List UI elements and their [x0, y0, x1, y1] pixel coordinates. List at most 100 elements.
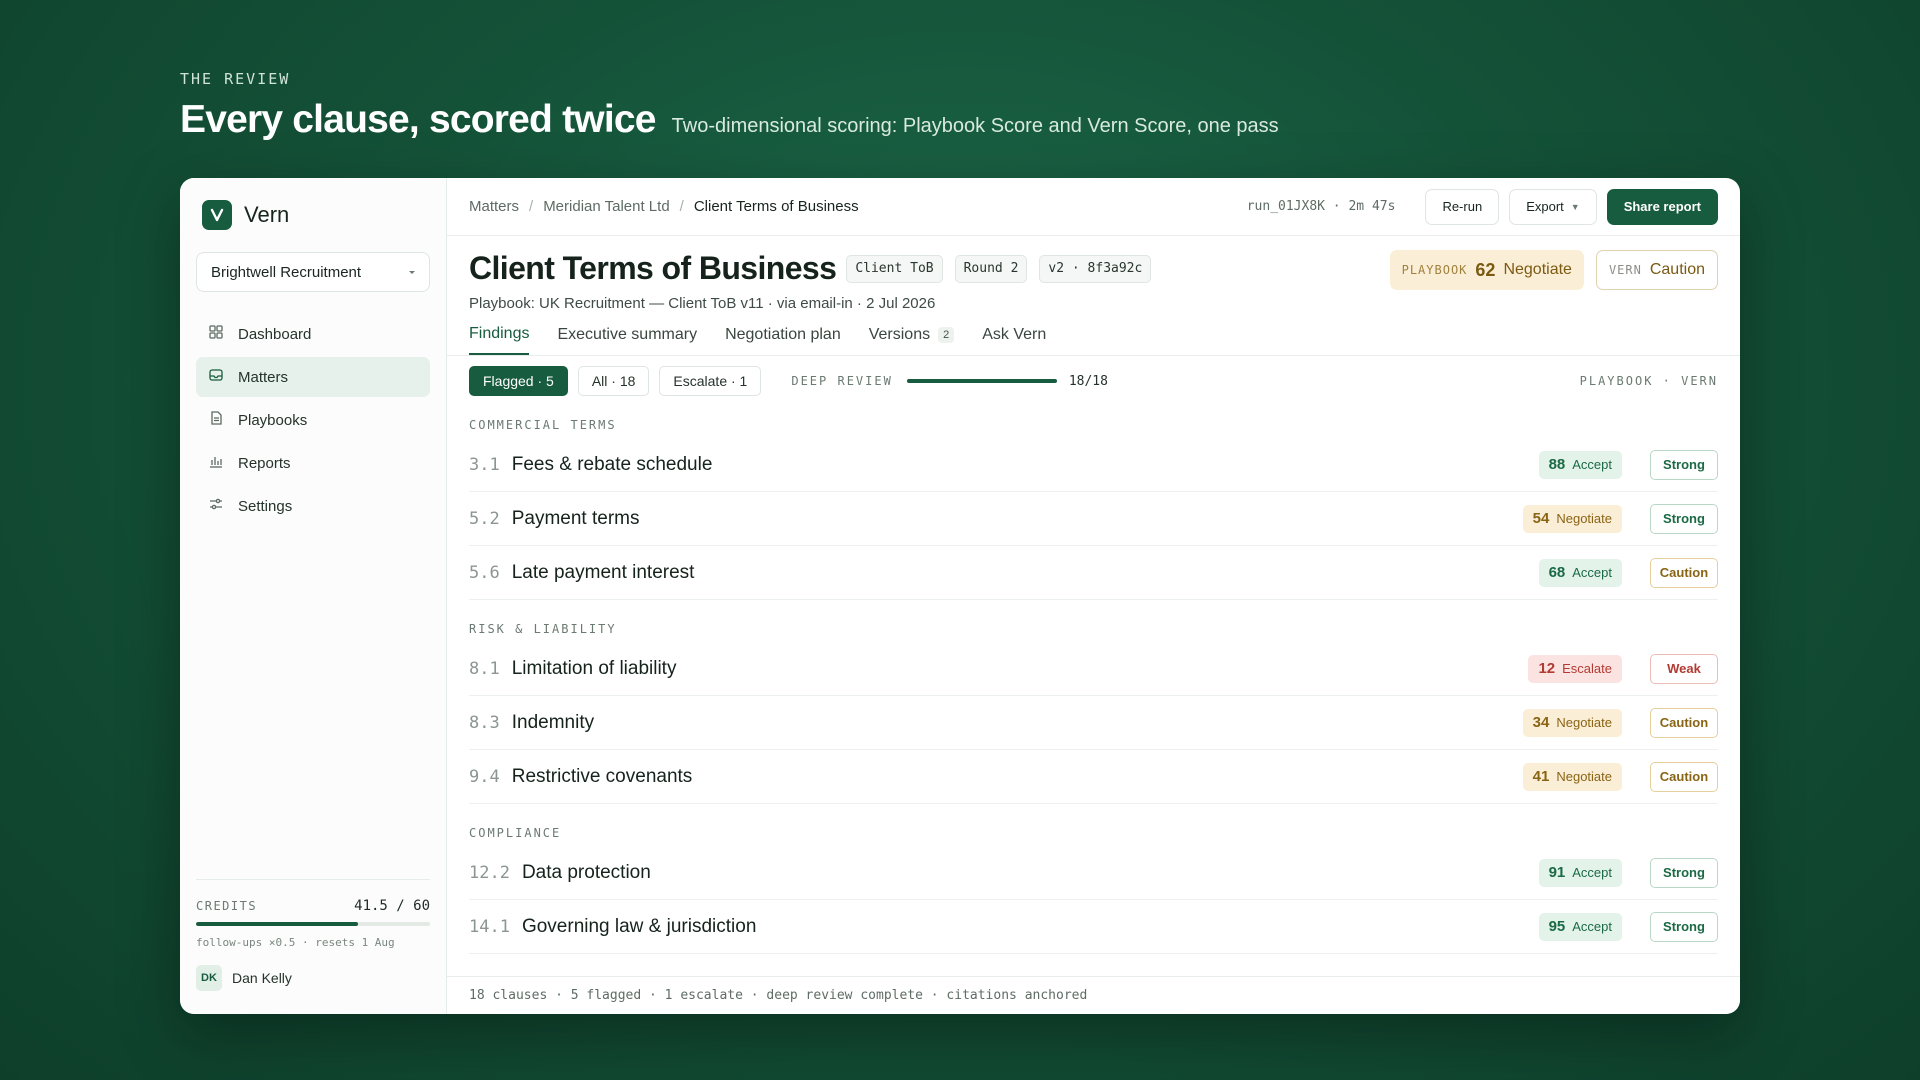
hero: THE REVIEW Every clause, scored twice Tw…: [180, 70, 1279, 142]
share-report-button[interactable]: Share report: [1606, 188, 1718, 225]
avatar: DK: [196, 965, 222, 991]
hero-title: Every clause, scored twice: [180, 98, 656, 141]
deep-review-label: DEEP REVIEW: [791, 374, 893, 388]
tab-bar: Findings Executive summary Negotiation p…: [469, 325, 1074, 355]
main-panel: Matters / Meridian Talent Ltd / Client T…: [447, 178, 1740, 1014]
export-label: Export: [1526, 199, 1564, 214]
document-header: Client Terms of Business Client ToB Roun…: [447, 236, 1740, 356]
clause-number: 5.6: [469, 562, 500, 583]
deep-review-progress: [906, 379, 1057, 383]
clause-section: COMMERCIAL TERMS 3.1 Fees & rebate schedul…: [447, 396, 1740, 600]
clause-row[interactable]: 5.6 Late payment interest 68 Accept Caution: [469, 546, 1718, 600]
tab-ask-vern[interactable]: Ask Vern: [982, 325, 1046, 355]
vern-logo-icon: [202, 200, 232, 230]
vern-score: Strong: [1650, 503, 1718, 534]
playbook-score: 88 Accept: [1538, 450, 1622, 479]
sidebar-item-settings[interactable]: Settings: [196, 486, 430, 526]
clause-section: COMPLIANCE 12.2 Data protection 91 Accept Str…: [447, 804, 1740, 954]
app-window: Vern Brightwell Recruitment Dashboard Ma…: [180, 178, 1740, 1014]
hero-eyebrow: THE REVIEW: [180, 70, 291, 88]
sidebar-item-label: Matters: [238, 368, 289, 386]
vern-score: Caution: [1650, 557, 1718, 588]
sidebar-nav: Dashboard Matters Playbooks Reports Sett…: [196, 314, 430, 526]
playbook-score-badge: PLAYBOOK 62 Negotiate: [1389, 250, 1584, 290]
column-header: PLAYBOOK · VERN: [1579, 374, 1718, 388]
tab-findings[interactable]: Findings: [469, 325, 530, 355]
playbook-score: 34 Negotiate: [1522, 708, 1622, 737]
breadcrumb-matters[interactable]: Matters: [469, 198, 519, 215]
clause-row[interactable]: 3.1 Fees & rebate schedule 88 Accept Strong: [469, 438, 1718, 492]
filter-escalate[interactable]: Escalate · 1: [659, 366, 762, 396]
clause-title: Indemnity: [511, 711, 595, 733]
vern-score: Caution: [1650, 707, 1718, 738]
deep-review-value: 18/18: [1068, 373, 1108, 389]
tag-round: Round 2: [954, 254, 1028, 283]
document-meta: Playbook: UK Recruitment — Client ToB v1…: [469, 295, 936, 312]
vern-score: Caution: [1650, 761, 1718, 792]
tab-versions[interactable]: Versions 2: [869, 325, 955, 355]
tab-executive-summary[interactable]: Executive summary: [557, 325, 697, 355]
user-name: Dan Kelly: [232, 970, 292, 986]
playbook-score: 95 Accept: [1538, 912, 1622, 941]
credits-bar-fill: [196, 922, 358, 926]
breadcrumb-client[interactable]: Meridian Talent Ltd: [543, 198, 669, 215]
vern-score-badge: VERN Caution: [1595, 250, 1718, 290]
inbox-icon: [208, 367, 238, 387]
clause-number: 12.2: [469, 862, 510, 883]
sidebar-item-playbooks[interactable]: Playbooks: [196, 400, 430, 440]
clause-row[interactable]: 14.1 Governing law & jurisdiction 95 Accept…: [469, 900, 1718, 954]
clause-row[interactable]: 9.4 Restrictive covenants 41 Negotiate Cauti…: [469, 750, 1718, 804]
sidebar-item-label: Settings: [238, 497, 293, 515]
clause-row[interactable]: 8.1 Limitation of liability 12 Escalate Weak: [469, 642, 1718, 696]
brand[interactable]: Vern: [196, 200, 430, 230]
credits-label: CREDITS: [196, 899, 258, 913]
filter-flagged[interactable]: Flagged · 5: [469, 366, 568, 396]
playbook-score: 41 Negotiate: [1522, 762, 1622, 791]
page-title: Client Terms of Business: [469, 250, 837, 286]
sidebar-item-label: Dashboard: [238, 325, 312, 343]
status-footer: 18 clauses · 5 flagged · 1 escalate · de…: [447, 976, 1740, 1014]
grid-icon: [208, 324, 238, 344]
clause-number: 9.4: [469, 766, 500, 787]
breadcrumb-current: Client Terms of Business: [693, 198, 859, 215]
breadcrumb: Matters / Meridian Talent Ltd / Client T…: [469, 198, 859, 215]
filter-bar: Flagged · 5 All · 18 Escalate · 1 DEEP R…: [447, 356, 1740, 396]
bar-chart-icon: [208, 453, 238, 473]
tab-negotiation-plan[interactable]: Negotiation plan: [725, 325, 841, 355]
sidebar-item-label: Playbooks: [238, 411, 308, 429]
section-label: COMMERCIAL TERMS: [469, 418, 617, 432]
chevron-down-icon: ▼: [1570, 201, 1580, 212]
vern-score: Strong: [1650, 449, 1718, 480]
overall-scores: PLAYBOOK 62 Negotiate VERN Caution: [1378, 250, 1718, 290]
tag-version: v2 · 8f3a92c: [1039, 254, 1152, 283]
clause-list: COMMERCIAL TERMS 3.1 Fees & rebate schedul…: [447, 396, 1740, 954]
clause-title: Late payment interest: [511, 561, 695, 583]
vern-score: Weak: [1650, 653, 1718, 684]
clause-number: 8.1: [469, 658, 500, 679]
clause-number: 3.1: [469, 454, 500, 475]
clause-number: 8.3: [469, 712, 500, 733]
workspace-name: Brightwell Recruitment: [211, 263, 362, 281]
clause-title: Data protection: [521, 861, 651, 883]
user-menu[interactable]: DK Dan Kelly: [196, 965, 430, 991]
clause-row[interactable]: 5.2 Payment terms 54 Negotiate Strong: [469, 492, 1718, 546]
sidebar: Vern Brightwell Recruitment Dashboard Ma…: [180, 178, 447, 1014]
clause-row[interactable]: 8.3 Indemnity 34 Negotiate Caution: [469, 696, 1718, 750]
export-button[interactable]: Export ▼: [1509, 188, 1597, 225]
section-label: COMPLIANCE: [469, 826, 562, 840]
document-icon: [208, 410, 238, 430]
workspace-select[interactable]: Brightwell Recruitment: [196, 252, 430, 292]
vern-score: Strong: [1650, 857, 1718, 888]
sidebar-item-label: Reports: [238, 454, 291, 472]
sidebar-item-reports[interactable]: Reports: [196, 443, 430, 483]
clause-title: Fees & rebate schedule: [511, 453, 713, 475]
clause-row[interactable]: 12.2 Data protection 91 Accept Strong: [469, 846, 1718, 900]
rerun-button[interactable]: Re-run: [1425, 188, 1500, 225]
tag-doc-type: Client ToB: [846, 254, 943, 283]
filter-all[interactable]: All · 18: [577, 366, 650, 396]
chevron-down-icon: [407, 264, 417, 281]
clause-title: Payment terms: [511, 507, 640, 529]
clause-number: 5.2: [469, 508, 500, 529]
sidebar-item-matters[interactable]: Matters: [196, 357, 430, 397]
sidebar-item-dashboard[interactable]: Dashboard: [196, 314, 430, 354]
